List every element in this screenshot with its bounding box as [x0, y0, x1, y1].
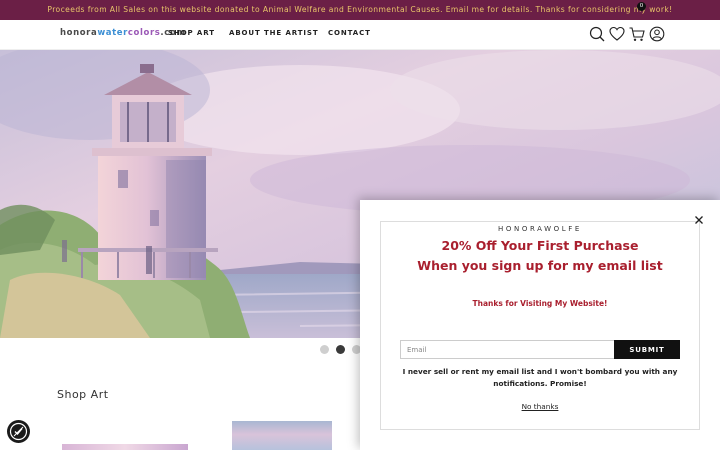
cart-count-badge: 0 [637, 2, 646, 11]
email-input[interactable] [400, 340, 615, 359]
artwork-thumbnail[interactable] [232, 421, 332, 450]
nav-contact[interactable]: CONTACT [328, 29, 371, 37]
popup-subheadline: When you sign up for my email list [417, 258, 663, 273]
popup-headline: 20% Off Your First Purchase [441, 238, 639, 253]
nav-shop-art[interactable]: SHOP ART [168, 29, 215, 37]
announcement-bar: Proceeds from All Sales on this website … [0, 0, 720, 20]
accessibility-button[interactable] [7, 420, 30, 443]
no-thanks-link[interactable]: No thanks [380, 402, 700, 411]
slide-dot-1[interactable] [320, 345, 329, 354]
slide-dot-2[interactable] [336, 345, 345, 354]
logo-part-water: water [97, 28, 128, 38]
close-icon[interactable] [692, 213, 706, 227]
shop-art-heading: Shop Art [57, 388, 109, 401]
nav-about-the-artist[interactable]: ABOUT THE ARTIST [229, 29, 319, 37]
account-icon[interactable] [648, 25, 666, 43]
artwork-thumbnail[interactable] [62, 444, 188, 450]
logo-part-colors: colors [127, 28, 161, 38]
popup-brand-text: HONORAWOLFE [491, 225, 589, 233]
site-header: honorawatercolors.com SHOP ART ABOUT THE… [0, 20, 720, 50]
site-logo[interactable]: honorawatercolors.com [60, 28, 186, 38]
search-icon[interactable] [588, 25, 606, 43]
popup-brand: HONORAWOLFE [380, 216, 700, 235]
heart-icon[interactable] [608, 25, 626, 43]
submit-button[interactable]: SUBMIT [614, 340, 680, 359]
logo-part-honora: honora [60, 28, 98, 38]
privacy-disclaimer: I never sell or rent my email list and I… [402, 367, 678, 388]
cart-icon[interactable] [628, 25, 646, 43]
popup-thanks-text: Thanks for Visiting My Website! [472, 299, 608, 308]
accessibility-icon [9, 422, 28, 441]
